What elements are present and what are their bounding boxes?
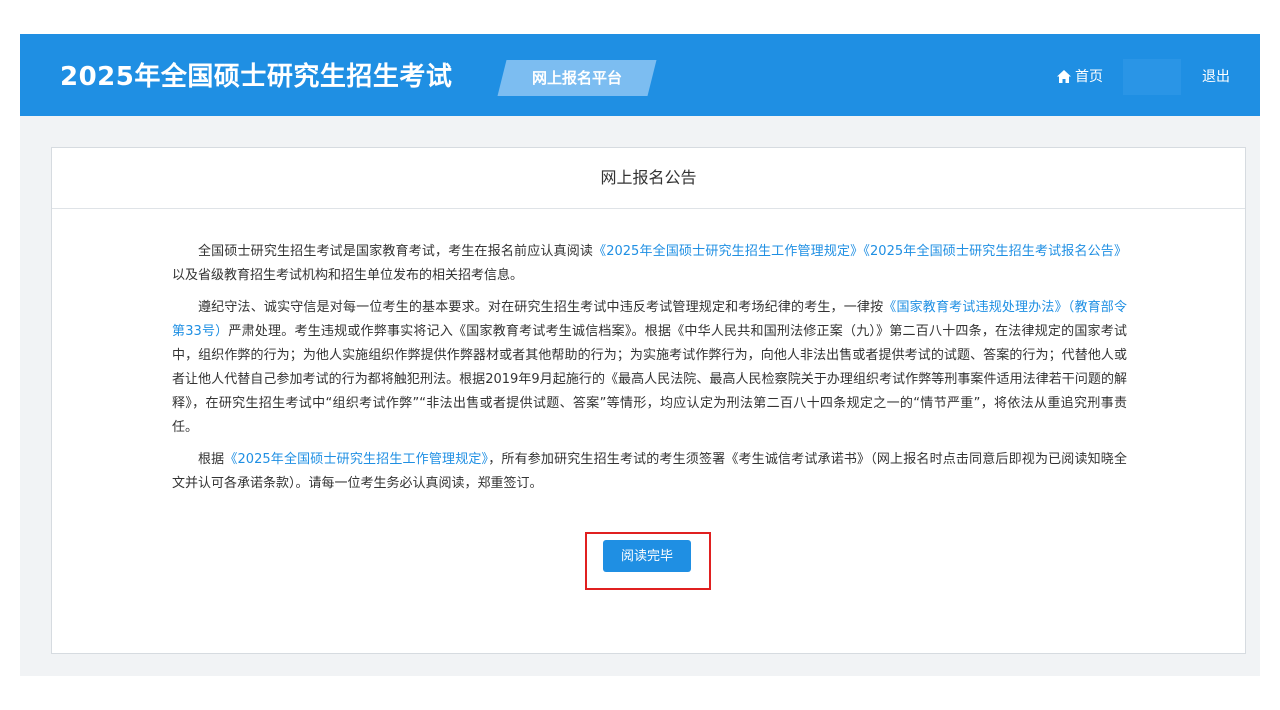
header-bar: 2025年全国硕士研究生招生考试 网上报名平台 首页 退出 <box>20 34 1260 116</box>
nav-home-link[interactable]: 首页 <box>1057 66 1103 86</box>
nav-home-label: 首页 <box>1075 69 1103 85</box>
regulation-link[interactable]: 《2025年全国硕士研究生招生工作管理规定》 <box>224 452 488 467</box>
notice-paragraph-3: 根据《2025年全国硕士研究生招生工作管理规定》，所有参加研究生招生考试的考生须… <box>172 448 1127 496</box>
announcement-link[interactable]: 《2025年全国硕士研究生招生考试报名公告》 <box>863 244 1127 259</box>
panel-title: 网上报名公告 <box>52 148 1245 209</box>
notice-paragraph-1: 全国硕士研究生招生考试是国家教育考试，考生在报名前应认真阅读《2025年全国硕士… <box>172 240 1127 288</box>
notice-text: 根据 <box>198 452 225 467</box>
notice-paragraph-2: 遵纪守法、诚实守信是对每一位考生的基本要求。对在研究生招生考试中违反考试管理规定… <box>172 296 1127 440</box>
notice-text: 全国硕士研究生招生考试是国家教育考试，考生在报名前应认真阅读 <box>198 244 594 259</box>
notice-text: 遵纪守法、诚实守信是对每一位考生的基本要求。对在研究生招生考试中违反考试管理规定… <box>198 300 884 315</box>
home-icon <box>1057 69 1071 83</box>
regulation-link[interactable]: 《2025年全国硕士研究生招生工作管理规定》 <box>593 244 863 259</box>
notice-text: 以及省级教育招生考试机构和招生单位发布的相关招考信息。 <box>172 268 524 283</box>
user-name-box <box>1123 59 1181 95</box>
notice-body: 全国硕士研究生招生考试是国家教育考试，考生在报名前应认真阅读《2025年全国硕士… <box>172 240 1127 504</box>
platform-tag-label: 网上报名平台 <box>531 69 622 87</box>
read-complete-button[interactable]: 阅读完毕 <box>603 540 691 572</box>
site-title: 2025年全国硕士研究生招生考试 <box>60 62 453 92</box>
platform-tag: 网上报名平台 <box>497 60 657 96</box>
logout-link[interactable]: 退出 <box>1202 66 1230 86</box>
notice-text: 严肃处理。考生违规或作弊事实将记入《国家教育考试考生诚信档案》。根据《中华人民共… <box>172 324 1127 435</box>
